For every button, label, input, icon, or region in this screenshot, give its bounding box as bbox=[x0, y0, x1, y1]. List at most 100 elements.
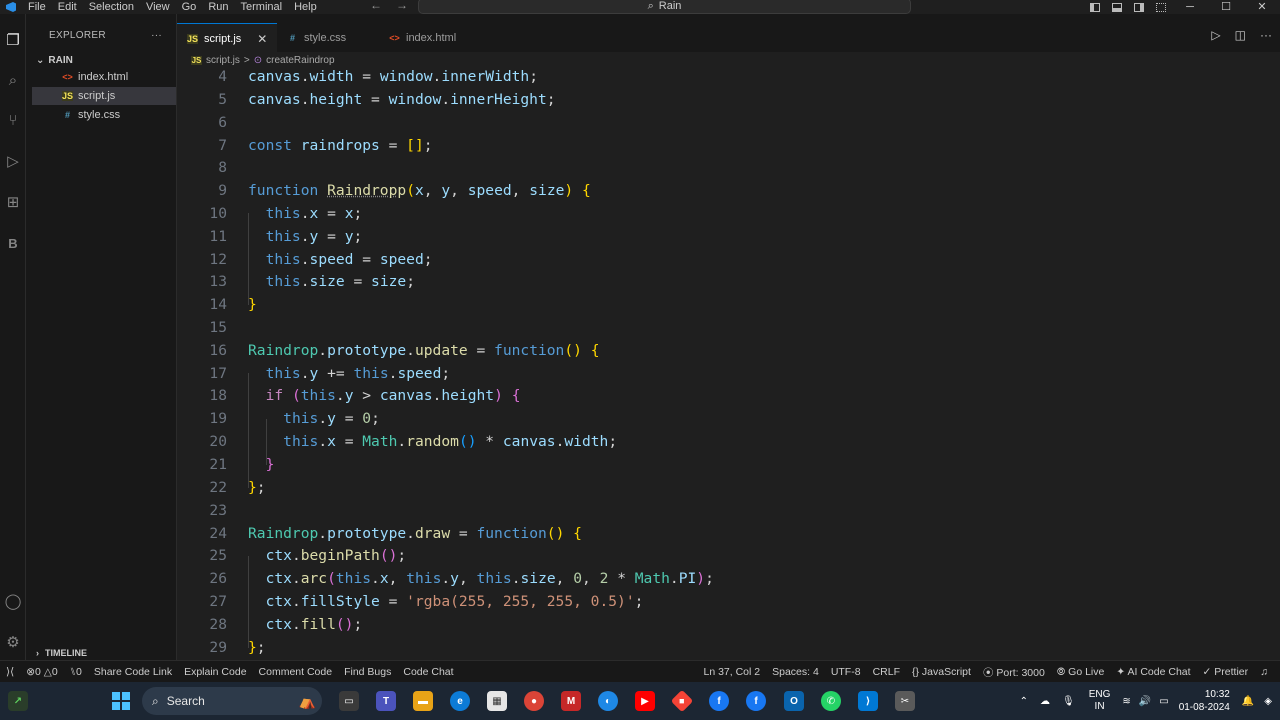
code-line: 23 bbox=[209, 502, 227, 519]
tab-style-css[interactable]: # style.css bbox=[277, 23, 356, 53]
comment-code-button[interactable]: Comment Code bbox=[253, 666, 339, 678]
store-icon[interactable]: ▦ bbox=[487, 691, 507, 711]
prettier-button[interactable]: ✓ Prettier bbox=[1197, 666, 1255, 678]
close-window-icon[interactable]: ✕ bbox=[1244, 1, 1280, 13]
more-actions-icon[interactable]: ··· bbox=[1260, 28, 1272, 42]
tab-index-html[interactable]: <> index.html bbox=[379, 23, 466, 53]
code-line: 18 if (this.y > canvas.height) { bbox=[209, 387, 521, 404]
cloud-icon[interactable]: ☁ bbox=[1034, 696, 1056, 707]
search-icon: ⌕ bbox=[647, 0, 654, 12]
taskbar-search[interactable]: ⌕ Search ⛺ bbox=[142, 687, 322, 715]
share-code-link-button[interactable]: Share Code Link bbox=[88, 666, 178, 678]
notifications-bell-icon[interactable]: ♫ bbox=[1254, 666, 1274, 678]
volume-icon[interactable]: 🔊 bbox=[1135, 696, 1155, 707]
split-editor-icon[interactable]: ◫ bbox=[1235, 28, 1246, 42]
facebook-icon[interactable]: f bbox=[709, 691, 729, 711]
run-debug-icon[interactable]: ▷ bbox=[3, 151, 23, 171]
go-live-button[interactable]: ⦾ Go Live bbox=[1051, 666, 1111, 679]
notification-bell-icon[interactable]: 🔔 bbox=[1236, 696, 1260, 707]
menu-go[interactable]: Go bbox=[176, 1, 203, 13]
file-index-html[interactable]: <> index.html bbox=[32, 68, 176, 86]
file-script-js[interactable]: JS script.js bbox=[32, 87, 176, 105]
menu-edit[interactable]: Edit bbox=[52, 1, 83, 13]
breadcrumb-symbol[interactable]: createRaindrop bbox=[266, 55, 334, 66]
tab-script-js[interactable]: JS script.js ✕ bbox=[177, 23, 278, 53]
remote-icon[interactable]: ⟩⟨ bbox=[0, 666, 20, 678]
css-file-icon: # bbox=[289, 33, 295, 43]
folder-rain[interactable]: ⌄ RAIN bbox=[26, 52, 176, 68]
facebook-icon[interactable]: f bbox=[746, 691, 766, 711]
chevron-up-icon[interactable]: ⌃ bbox=[1014, 696, 1034, 707]
cursor-position[interactable]: Ln 37, Col 2 bbox=[697, 666, 766, 678]
menu-selection[interactable]: Selection bbox=[83, 1, 140, 13]
toggle-secondary-sidebar-icon[interactable] bbox=[1128, 0, 1150, 14]
run-file-icon[interactable]: ▷ bbox=[1211, 28, 1220, 42]
microphone-icon[interactable]: 🎙 bbox=[1056, 696, 1081, 707]
more-actions-icon[interactable]: ··· bbox=[151, 30, 162, 41]
command-center-search[interactable]: ⌕ Rain bbox=[418, 0, 911, 14]
encoding[interactable]: UTF-8 bbox=[825, 666, 867, 678]
vscode-icon[interactable]: ⟩ bbox=[858, 691, 878, 711]
arrow-left-icon[interactable]: ← bbox=[370, 0, 382, 14]
file-explorer-icon[interactable]: ▬ bbox=[413, 691, 433, 711]
code-editor[interactable]: 4 canvas.width = window.innerWidth; 5 canv… bbox=[177, 66, 1280, 660]
language-indicator[interactable]: ENG IN bbox=[1081, 689, 1119, 713]
search-icon[interactable]: ⌕ bbox=[3, 70, 23, 90]
extensions-icon[interactable]: ⊞ bbox=[3, 192, 23, 212]
blackbox-icon[interactable]: B bbox=[3, 233, 23, 253]
menu-file[interactable]: File bbox=[22, 1, 52, 13]
clock[interactable]: 10:32 01-08-2024 bbox=[1173, 688, 1236, 714]
windows-start-icon[interactable] bbox=[111, 691, 131, 711]
teams-icon[interactable]: T bbox=[376, 691, 396, 711]
timeline-section[interactable]: › TIMELINE bbox=[26, 645, 176, 660]
tab-label: style.css bbox=[304, 32, 347, 44]
find-bugs-button[interactable]: Find Bugs bbox=[338, 666, 397, 678]
breadcrumb-file[interactable]: script.js bbox=[206, 55, 240, 66]
media-app-icon[interactable]: ◐ bbox=[598, 691, 618, 711]
ports-indicator[interactable]: ⑊0 bbox=[64, 666, 88, 678]
customize-layout-icon[interactable] bbox=[1150, 0, 1172, 14]
outlook-icon[interactable]: O bbox=[784, 691, 804, 711]
code-chat-button[interactable]: Code Chat bbox=[397, 666, 459, 678]
account-icon[interactable]: ◯ bbox=[3, 591, 23, 611]
language-mode[interactable]: {} JavaScript bbox=[906, 666, 977, 678]
snipping-tool-icon[interactable]: ✂ bbox=[895, 691, 915, 711]
wifi-icon[interactable]: ≋ bbox=[1118, 696, 1134, 707]
copilot-icon[interactable]: ◈ bbox=[1260, 696, 1280, 707]
vscode-logo-icon bbox=[0, 0, 22, 14]
ai-code-chat-button[interactable]: ✦ AI Code Chat bbox=[1110, 666, 1196, 678]
whatsapp-icon[interactable]: ✆ bbox=[821, 691, 841, 711]
task-view-icon[interactable]: ▭ bbox=[339, 691, 359, 711]
maximize-icon[interactable]: ☐ bbox=[1208, 1, 1244, 13]
toggle-sidebar-icon[interactable] bbox=[1084, 0, 1106, 14]
end-of-line[interactable]: CRLF bbox=[867, 666, 906, 678]
menu-help[interactable]: Help bbox=[288, 1, 323, 13]
symbol-method-icon: ⊙ bbox=[253, 54, 263, 66]
menu-view[interactable]: View bbox=[140, 1, 176, 13]
mcafee-icon[interactable]: M bbox=[561, 691, 581, 711]
minimize-icon[interactable]: ─ bbox=[1172, 1, 1208, 13]
edge-icon[interactable]: e bbox=[450, 691, 470, 711]
indentation[interactable]: Spaces: 4 bbox=[766, 666, 825, 678]
source-control-icon[interactable]: ⑂ bbox=[3, 110, 23, 130]
toggle-panel-icon[interactable] bbox=[1106, 0, 1128, 14]
widgets-icon[interactable]: ↗ bbox=[8, 691, 28, 711]
explain-code-button[interactable]: Explain Code bbox=[178, 666, 252, 678]
close-icon[interactable]: ✕ bbox=[257, 32, 267, 46]
chrome-icon[interactable]: ● bbox=[524, 691, 544, 711]
battery-icon[interactable]: ▭ bbox=[1155, 696, 1172, 707]
code-line: 9 function Raindropp(x, y, speed, size) { bbox=[218, 182, 591, 199]
windows-taskbar: ↗ ⌕ Search ⛺ ▭ T ▬ e ▦ ● M ◐ ▶ ◆ f f O ✆… bbox=[0, 682, 1280, 720]
youtube-icon[interactable]: ▶ bbox=[635, 691, 655, 711]
code-line: 15 bbox=[209, 319, 227, 336]
menu-terminal[interactable]: Terminal bbox=[235, 1, 289, 13]
settings-gear-icon[interactable]: ⚙ bbox=[3, 632, 23, 652]
problems-indicator[interactable]: ⊗0 △0 bbox=[20, 666, 64, 678]
file-style-css[interactable]: # style.css bbox=[32, 106, 176, 124]
explorer-icon[interactable]: ❐ bbox=[3, 30, 23, 50]
menu-run[interactable]: Run bbox=[202, 1, 234, 13]
git-icon[interactable]: ◆ bbox=[670, 689, 694, 713]
arrow-right-icon[interactable]: → bbox=[396, 0, 408, 14]
tab-label: script.js bbox=[204, 32, 242, 45]
port-indicator[interactable]: ⦿ Port: 3000 bbox=[977, 665, 1051, 680]
